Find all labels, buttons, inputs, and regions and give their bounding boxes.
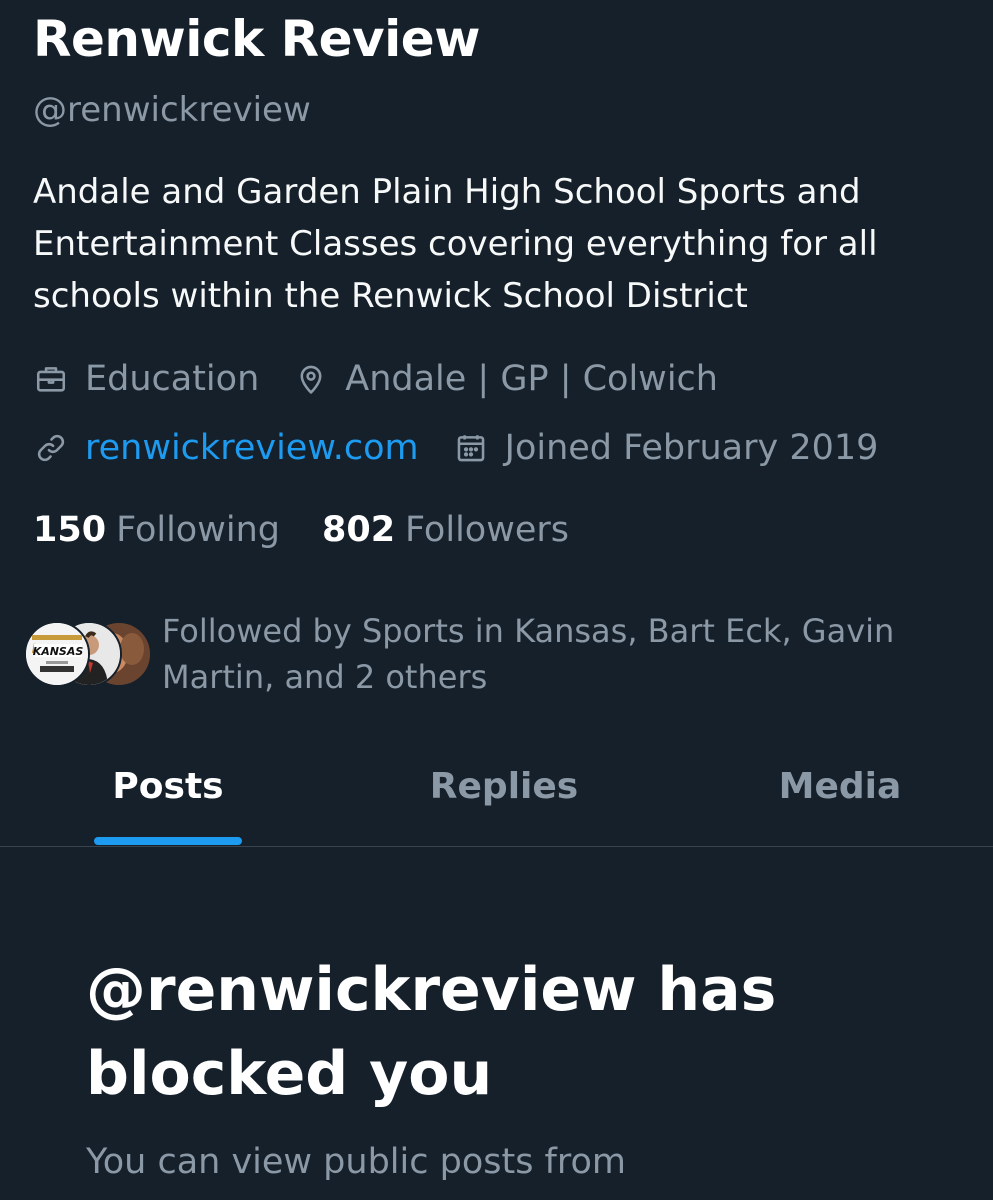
followers-count: 802 [321,510,396,550]
following-label: Following [116,510,280,550]
tab-posts[interactable]: Posts [0,740,336,846]
followed-by-avatars: KANSAS [24,621,154,687]
avatar: KANSAS [24,621,90,687]
following-count: 150 [33,510,107,550]
profile-location: Andale | GP | Colwich [293,359,718,399]
category-label: Education [85,359,260,399]
profile-stats: 150 Following 802 Followers [33,505,611,555]
followed-by-text: Followed by Sports in Kansas, Bart Eck, … [162,612,895,696]
blocked-description: You can view public posts from [86,1142,627,1182]
followed-by[interactable]: KANSAS Followed by Sports in Kansas, Bar… [24,608,964,708]
blocked-title: @renwickreview has blocked you [86,955,777,1109]
profile-bio: Andale and Garden Plain High School Spor… [33,172,878,316]
profile-website[interactable]: renwickreview.com [33,428,419,468]
avatar-text: KANSAS [33,645,84,658]
tab-replies-label: Replies [429,766,579,807]
following-stat[interactable]: 150 Following [33,510,280,550]
tab-media[interactable]: Media [672,740,993,846]
profile-page: Renwick Review @renwickreview Andale and… [0,0,993,1200]
location-pin-icon [293,361,329,397]
profile-meta-row: renwickreview.com Joined February 2019 [33,424,912,472]
website-link[interactable]: renwickreview.com [85,428,419,468]
followers-stat[interactable]: 802 Followers [322,510,569,550]
profile-display-name: Renwick Review [33,10,480,68]
location-label: Andale | GP | Colwich [345,359,718,399]
calendar-icon [453,430,489,466]
profile-category: Education [33,359,259,399]
briefcase-icon [33,361,69,397]
joined-label: Joined February 2019 [504,428,879,468]
link-icon [33,430,69,466]
tab-posts-label: Posts [112,766,224,807]
tab-replies[interactable]: Replies [336,740,672,846]
profile-meta-row: Education Andale | GP | Colwich [33,355,752,403]
profile-joined: Joined February 2019 [453,428,879,468]
followers-label: Followers [405,510,569,550]
profile-handle: @renwickreview [33,90,311,130]
profile-tabs: Posts Replies Media [0,740,993,847]
active-tab-indicator [94,837,242,845]
tab-media-label: Media [778,766,902,807]
